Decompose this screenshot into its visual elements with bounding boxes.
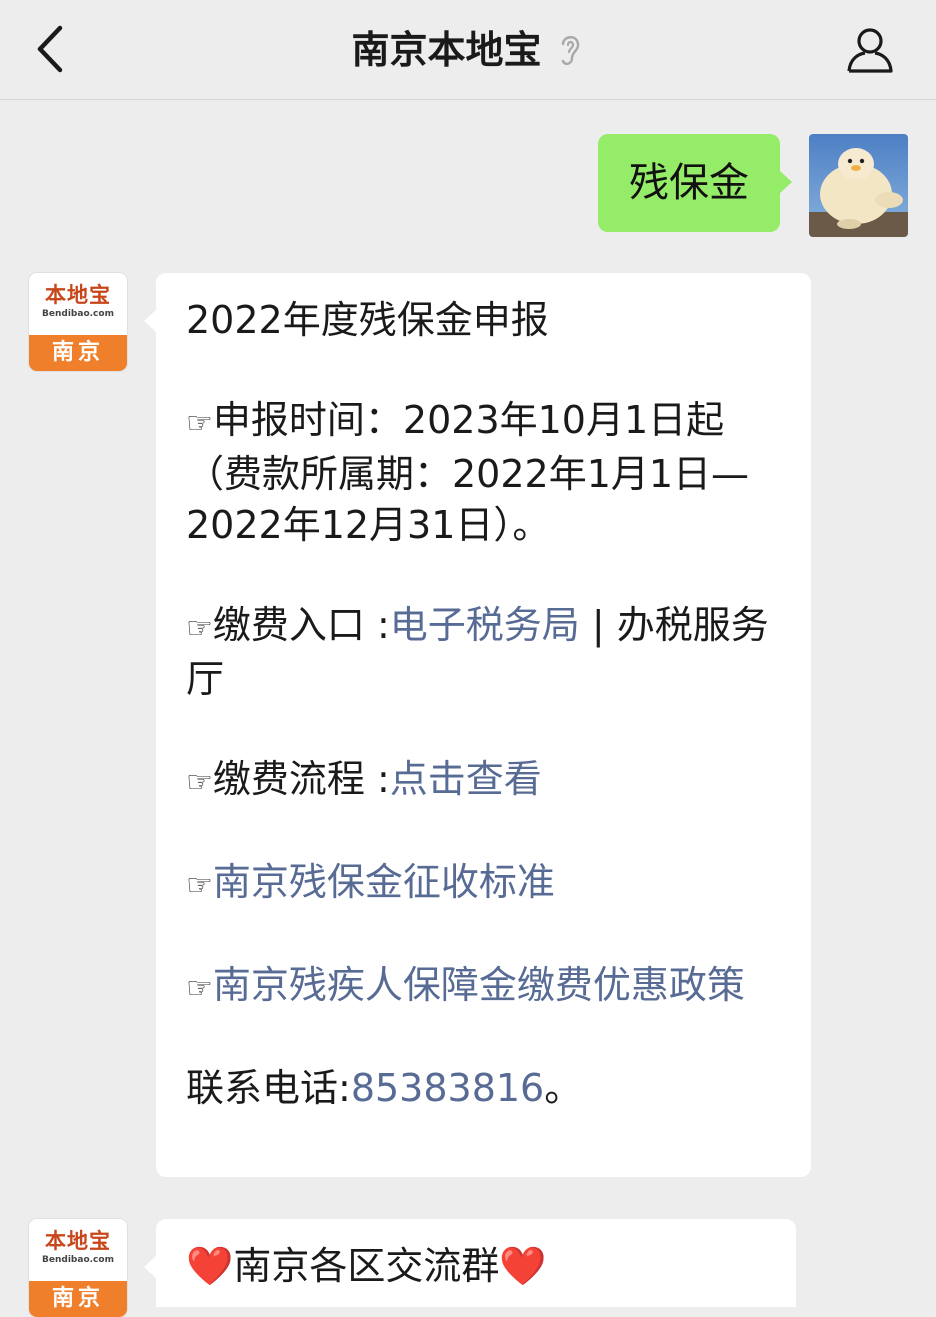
heart-icon: ❤️ — [186, 1244, 234, 1288]
view-flow-link[interactable]: 点击查看 — [390, 757, 542, 801]
reply-time-line: ☞申报时间：2023年10月1日起（费款所属期：2022年1月1日—2022年1… — [186, 395, 783, 551]
pointing-hand-icon: ☞ — [186, 971, 213, 1006]
bot-logo-brand: 本地宝 — [45, 282, 111, 307]
pointing-hand-icon: ☞ — [186, 611, 213, 646]
chat-header: 南京本地宝 — [0, 0, 936, 100]
reply-policy-line: ☞南京残疾人保障金缴费优惠政策 — [186, 960, 783, 1014]
contact-phone-link[interactable]: 85383816 — [351, 1066, 544, 1110]
pointing-hand-icon: ☞ — [186, 765, 213, 800]
reply-contact-end: 。 — [544, 1066, 583, 1110]
chat-title: 南京本地宝 — [351, 28, 542, 72]
group-chat-text: 南京各区交流群 — [233, 1244, 500, 1288]
sent-message-text: 残保金 — [629, 160, 749, 206]
reply-heading: 2022年度残保金申报 — [186, 298, 549, 342]
pointing-hand-icon: ☞ — [186, 406, 213, 441]
user-avatar[interactable] — [809, 134, 908, 237]
policy-link[interactable]: 南京残疾人保障金缴费优惠政策 — [213, 963, 745, 1007]
heart-icon: ❤️ — [499, 1244, 547, 1288]
reply-time-label: 申报时间： — [212, 398, 403, 442]
bot-logo-top: 本地宝 Bendibao.com — [29, 273, 127, 335]
received-message-bubble-2[interactable]: ❤️南京各区交流群❤️ — [144, 1219, 796, 1307]
bot-avatar[interactable]: 本地宝 Bendibao.com 南京 — [29, 1219, 127, 1317]
user-avatar-image — [809, 134, 908, 237]
bot-logo-url: Bendibao.com — [42, 309, 114, 319]
ear-icon — [561, 36, 579, 66]
standard-link[interactable]: 南京残保金征收标准 — [213, 860, 555, 904]
bot-logo-city: 南京 — [29, 1281, 127, 1317]
reply-pay-flow-label: 缴费流程 : — [212, 757, 390, 801]
bot-logo-url: Bendibao.com — [42, 1255, 114, 1265]
reply-standard-line: ☞南京残保金征收标准 — [186, 857, 783, 911]
received-message-bubble[interactable]: 2022年度残保金申报 ☞申报时间：2023年10月1日起（费款所属期：2022… — [144, 273, 811, 1177]
profile-icon[interactable] — [844, 24, 896, 76]
e-tax-bureau-link[interactable]: 电子税务局 — [390, 603, 580, 647]
chat-title-wrap: 南京本地宝 — [0, 26, 936, 74]
sent-message-bubble[interactable]: 残保金 — [598, 134, 792, 232]
bot-logo-city: 南京 — [29, 335, 127, 371]
bot-logo-top: 本地宝 Bendibao.com — [29, 1219, 127, 1281]
reply-pay-entry-label: 缴费入口 : — [212, 603, 390, 647]
bot-logo-brand: 本地宝 — [45, 1228, 111, 1253]
reply-pay-flow-line: ☞缴费流程 :点击查看 — [186, 754, 783, 808]
bot-avatar[interactable]: 本地宝 Bendibao.com 南京 — [29, 273, 127, 371]
reply-contact-label: 联系电话: — [186, 1066, 351, 1110]
pointing-hand-icon: ☞ — [186, 868, 213, 903]
reply-contact-line: 联系电话:85383816。 — [186, 1063, 783, 1114]
group-chat-line: ❤️南京各区交流群❤️ — [186, 1241, 768, 1292]
reply-pay-entry-line: ☞缴费入口 :电子税务局 | 办税服务厅 — [186, 600, 783, 705]
